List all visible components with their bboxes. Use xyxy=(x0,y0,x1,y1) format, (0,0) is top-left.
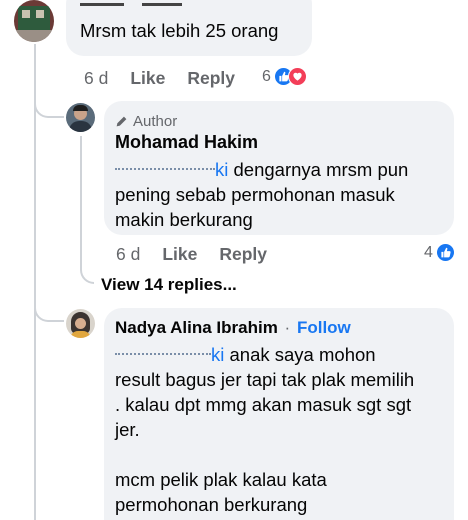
like-reaction-icon xyxy=(435,243,455,262)
thread-connector-reply1 xyxy=(34,92,64,118)
comment-actions: 6 d Like Reply xyxy=(84,68,257,89)
thread-connector-reply2 xyxy=(34,292,64,322)
author-badge: Author xyxy=(115,113,177,130)
comment-bubble: Author Mohamad Hakim ki dengarnya mrsm p… xyxy=(104,101,454,235)
comment-author[interactable]: Nadya Alina Ibrahim xyxy=(115,318,278,337)
love-reaction-icon xyxy=(287,67,307,86)
reply-button[interactable]: Reply xyxy=(187,68,235,89)
like-button[interactable]: Like xyxy=(130,68,165,89)
header-separator: · xyxy=(284,318,291,337)
thread-line-reply1 xyxy=(80,136,82,268)
follow-button[interactable]: Follow xyxy=(297,318,351,337)
avatar[interactable] xyxy=(66,103,95,132)
comment-text: ki anak saya mohon result bagus jer tapi… xyxy=(115,344,415,515)
author-badge-label: Author xyxy=(133,113,178,130)
comment-actions: 6 d Like Reply xyxy=(116,244,289,265)
comment-text: ki dengarnya mrsm pun pening sebab permo… xyxy=(115,159,409,230)
pencil-icon xyxy=(116,116,127,127)
thread-line-main xyxy=(34,44,36,520)
reaction-count: 4 xyxy=(424,243,433,261)
avatar[interactable] xyxy=(66,309,95,338)
like-button[interactable]: Like xyxy=(162,244,197,265)
redacted-author-name xyxy=(80,3,190,9)
avatar[interactable] xyxy=(14,0,54,42)
view-replies-link[interactable]: View 14 replies... xyxy=(101,275,237,295)
comment-time[interactable]: 6 d xyxy=(84,68,108,89)
reaction-count: 6 xyxy=(262,67,271,85)
thread-connector-view-replies xyxy=(80,262,94,284)
reaction-summary[interactable]: 6 xyxy=(262,67,307,86)
mention-link[interactable]: ki xyxy=(115,344,224,365)
reaction-summary[interactable]: 4 xyxy=(424,243,455,262)
reply-button[interactable]: Reply xyxy=(219,244,267,265)
comment-text-continued: result bagus jer tapi tak plak memilih .… xyxy=(115,369,415,440)
comment-bubble: Nadya Alina Ibrahim · Follow ki anak say… xyxy=(104,308,454,520)
comment-header: Nadya Alina Ibrahim · Follow xyxy=(115,318,351,338)
comment-time[interactable]: 6 d xyxy=(116,244,140,265)
comment-text: Mrsm tak lebih 25 orang xyxy=(80,20,279,41)
comment-author[interactable]: Mohamad Hakim xyxy=(115,132,258,153)
comment-bubble: Mrsm tak lebih 25 orang xyxy=(66,0,312,56)
comment-text-paragraph: mcm pelik plak kalau kata permohonan ber… xyxy=(115,469,327,515)
mention-link[interactable]: ki xyxy=(115,159,228,180)
